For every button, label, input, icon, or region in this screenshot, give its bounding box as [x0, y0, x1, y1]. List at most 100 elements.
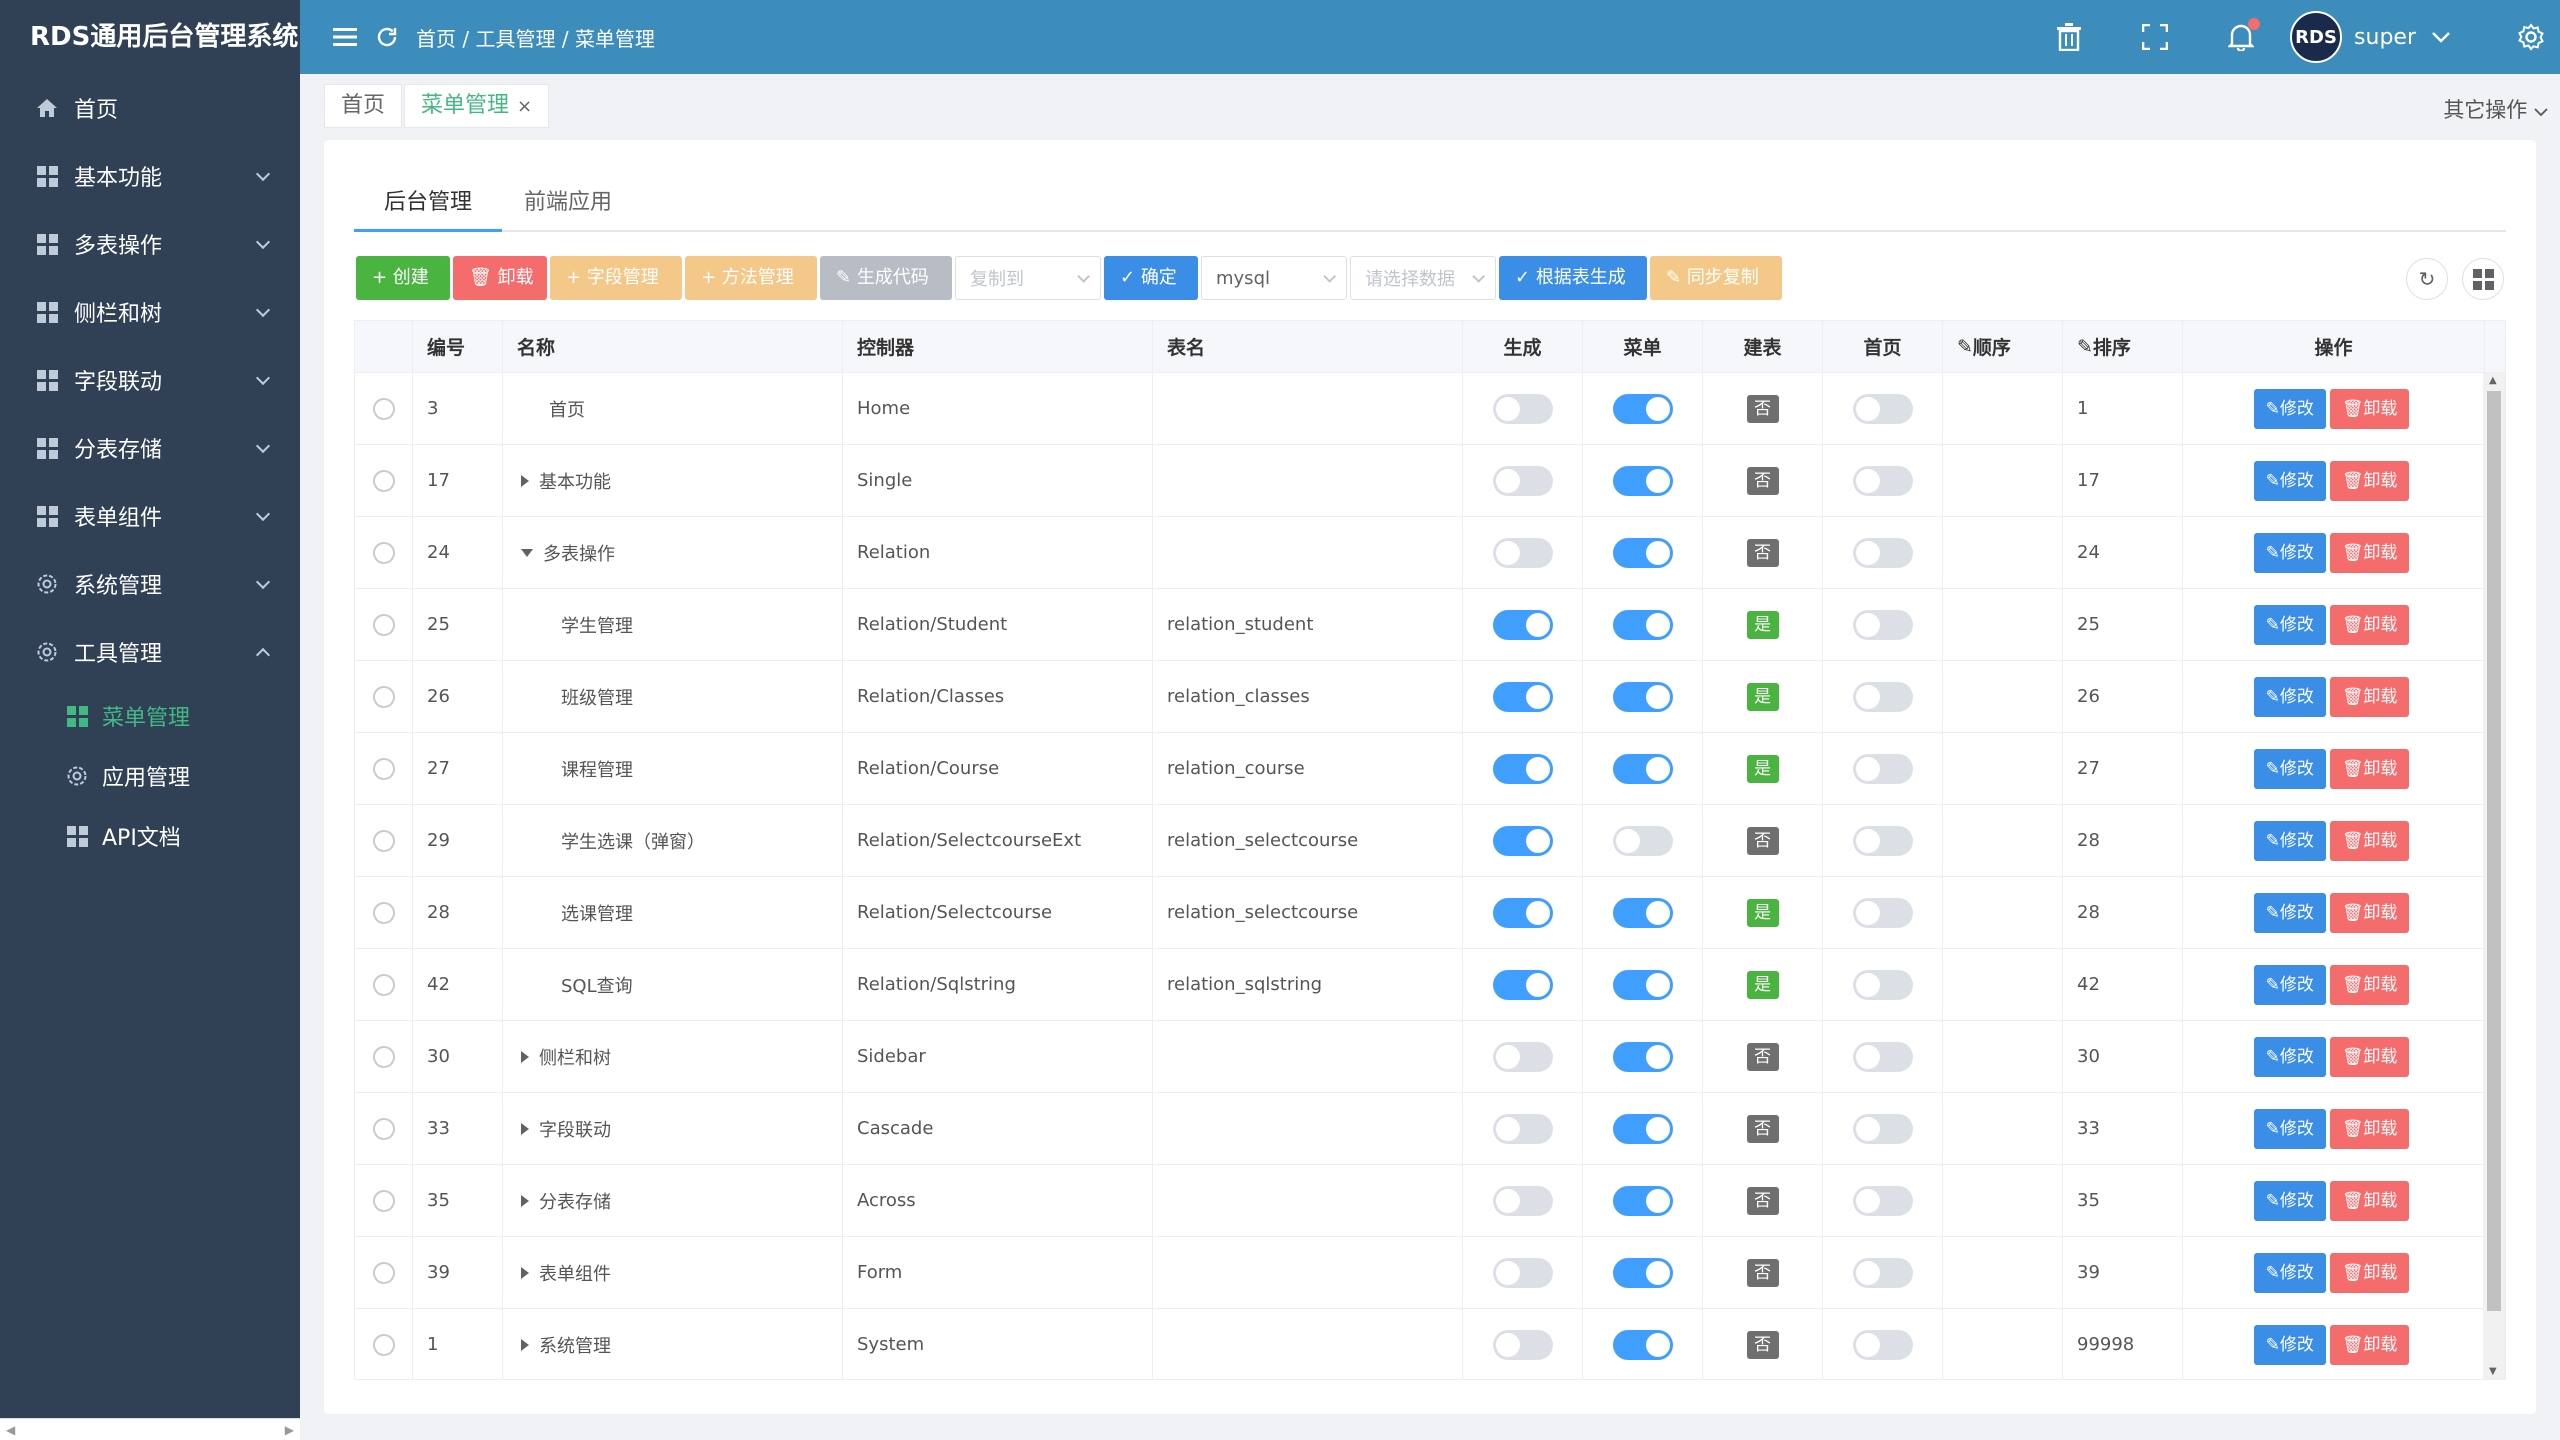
edit-button[interactable]: ✎修改: [2253, 892, 2326, 933]
column-header[interactable]: 表名: [1167, 333, 1205, 360]
edit-button[interactable]: ✎修改: [2253, 388, 2326, 429]
generate-code-button[interactable]: ✎ 生成代码: [820, 256, 952, 300]
edit-button[interactable]: ✎修改: [2253, 964, 2326, 1005]
gen-toggle[interactable]: [1492, 825, 1553, 856]
sidebar-item-0[interactable]: 首页: [0, 74, 300, 142]
delete-button[interactable]: 🗑卸载: [2329, 1036, 2410, 1077]
avatar[interactable]: RDS: [2290, 11, 2343, 63]
sidebar-horizontal-scrollbar[interactable]: ◀ ▶: [0, 1418, 300, 1440]
sidebar-subitem-1[interactable]: 应用管理: [0, 746, 300, 806]
scroll-up-icon[interactable]: ▲: [2489, 375, 2497, 386]
column-header[interactable]: 编号: [427, 333, 465, 360]
table-row[interactable]: 35 分表存储 Across 否 35 ✎修改 🗑卸载: [355, 1165, 2505, 1237]
home-toggle[interactable]: [1852, 1257, 1913, 1288]
row-radio[interactable]: [372, 757, 395, 780]
expand-arrow-icon[interactable]: [521, 1266, 529, 1279]
row-radio[interactable]: [372, 1261, 395, 1284]
column-header[interactable]: 控制器: [857, 333, 914, 360]
edit-button[interactable]: ✎修改: [2253, 1108, 2326, 1149]
table-vertical-scrollbar[interactable]: ▲ ▼: [2483, 373, 2505, 1379]
gen-toggle[interactable]: [1492, 1113, 1553, 1144]
column-header[interactable]: 菜单: [1623, 333, 1661, 360]
expand-arrow-icon[interactable]: [521, 1338, 529, 1351]
edit-button[interactable]: ✎修改: [2253, 1324, 2326, 1365]
table-row[interactable]: 39 表单组件 Form 否 39 ✎修改 🗑卸载: [355, 1237, 2505, 1309]
home-toggle[interactable]: [1852, 825, 1913, 856]
gen-toggle[interactable]: [1492, 537, 1553, 568]
table-row[interactable]: 26 班级管理 Relation/Classes relation_classes 是 2…: [355, 661, 2505, 733]
gen-toggle[interactable]: [1492, 1041, 1553, 1072]
menu-toggle[interactable]: [1612, 969, 1673, 1000]
table-row[interactable]: 24 多表操作 Relation 否 24 ✎修改 🗑卸载: [355, 517, 2505, 589]
generate-from-table-button[interactable]: ✓ 根据表生成: [1499, 256, 1647, 300]
row-radio[interactable]: [372, 973, 395, 996]
table-row[interactable]: 29 学生选课（弹窗） Relation/SelectcourseExt relati…: [355, 805, 2505, 877]
gen-toggle[interactable]: [1492, 897, 1553, 928]
edit-button[interactable]: ✎修改: [2253, 748, 2326, 789]
home-toggle[interactable]: [1852, 1185, 1913, 1216]
menu-toggle[interactable]: [1612, 753, 1673, 784]
table-row[interactable]: 27 课程管理 Relation/Course relation_course 是 27 ✎…: [355, 733, 2505, 805]
row-radio[interactable]: [372, 613, 395, 636]
column-header[interactable]: 生成: [1503, 333, 1541, 360]
edit-button[interactable]: ✎修改: [2253, 1036, 2326, 1077]
sidebar-item-6[interactable]: 表单组件: [0, 482, 300, 550]
menu-toggle[interactable]: [1612, 1257, 1673, 1288]
gen-toggle[interactable]: [1492, 681, 1553, 712]
table-select[interactable]: 请选择数据: [1350, 256, 1496, 300]
settings-gear-icon[interactable]: [2516, 22, 2546, 52]
column-header[interactable]: 首页: [1863, 333, 1901, 360]
edit-button[interactable]: ✎修改: [2253, 460, 2326, 501]
row-radio[interactable]: [372, 1333, 395, 1356]
menu-toggle[interactable]: [1612, 1185, 1673, 1216]
delete-button[interactable]: 🗑卸载: [2329, 676, 2410, 717]
home-toggle[interactable]: [1852, 1113, 1913, 1144]
edit-button[interactable]: ✎修改: [2253, 604, 2326, 645]
row-radio[interactable]: [372, 1117, 395, 1140]
row-radio[interactable]: [372, 1045, 395, 1068]
menu-toggle[interactable]: [1612, 465, 1673, 496]
copy-to-select[interactable]: 复制到: [955, 256, 1101, 300]
home-toggle[interactable]: [1852, 969, 1913, 1000]
delete-button[interactable]: 🗑卸载: [2329, 604, 2410, 645]
gen-toggle[interactable]: [1492, 1257, 1553, 1288]
tab-backend[interactable]: 后台管理: [354, 180, 503, 232]
menu-toggle[interactable]: [1612, 825, 1673, 856]
home-toggle[interactable]: [1852, 1041, 1913, 1072]
menu-toggle[interactable]: [1612, 609, 1673, 640]
home-toggle[interactable]: [1852, 465, 1913, 496]
column-header[interactable]: 建表: [1743, 333, 1781, 360]
menu-toggle[interactable]: [1612, 1113, 1673, 1144]
user-name[interactable]: super: [2354, 25, 2416, 50]
refresh-table-icon[interactable]: ↻: [2406, 258, 2448, 300]
field-management-button[interactable]: + 字段管理: [550, 256, 682, 300]
delete-button[interactable]: 🗑卸载: [2329, 964, 2410, 1005]
menu-toggle[interactable]: [1612, 1329, 1673, 1360]
chevron-down-icon[interactable]: [2426, 22, 2456, 52]
home-toggle[interactable]: [1852, 681, 1913, 712]
table-row[interactable]: 1 系统管理 System 否 99998 ✎修改 🗑卸载: [355, 1309, 2505, 1379]
scroll-left-icon[interactable]: ◀: [6, 1423, 15, 1437]
breadcrumb-item-tools[interactable]: 工具管理: [475, 27, 555, 51]
gen-toggle[interactable]: [1492, 753, 1553, 784]
scroll-right-icon[interactable]: ▶: [285, 1423, 294, 1437]
table-row[interactable]: 17 基本功能 Single 否 17 ✎修改 🗑卸载: [355, 445, 2505, 517]
gen-toggle[interactable]: [1492, 1185, 1553, 1216]
create-button[interactable]: + 创建: [356, 256, 450, 300]
sidebar-item-1[interactable]: 基本功能: [0, 142, 300, 210]
edit-button[interactable]: ✎修改: [2253, 1180, 2326, 1221]
row-radio[interactable]: [372, 469, 395, 492]
home-toggle[interactable]: [1852, 1329, 1913, 1360]
sidebar-item-5[interactable]: 分表存储: [0, 414, 300, 482]
row-radio[interactable]: [372, 1189, 395, 1212]
edit-button[interactable]: ✎修改: [2253, 820, 2326, 861]
gen-toggle[interactable]: [1492, 465, 1553, 496]
method-management-button[interactable]: + 方法管理: [685, 256, 817, 300]
trash-icon[interactable]: [2054, 22, 2084, 52]
sidebar-item-2[interactable]: 多表操作: [0, 210, 300, 278]
sidebar-subitem-2[interactable]: API文档: [0, 806, 300, 866]
expand-arrow-icon[interactable]: [521, 1122, 529, 1135]
delete-button[interactable]: 🗑卸载: [2329, 1252, 2410, 1293]
home-toggle[interactable]: [1852, 897, 1913, 928]
home-toggle[interactable]: [1852, 537, 1913, 568]
